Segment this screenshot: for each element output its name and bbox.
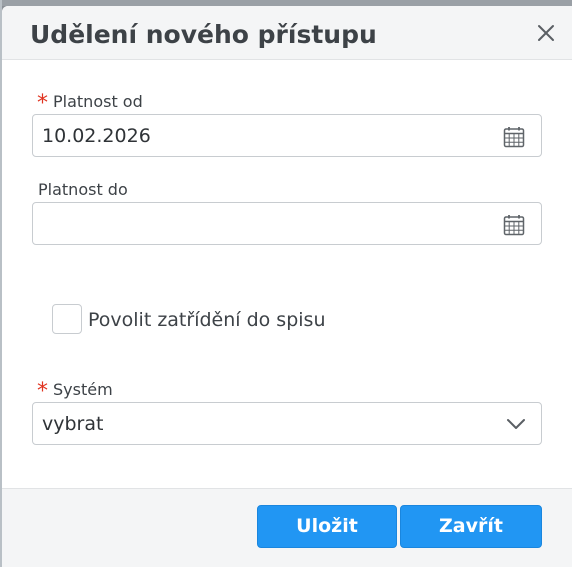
calendar-icon[interactable] bbox=[503, 126, 525, 148]
close-button[interactable] bbox=[534, 21, 558, 45]
valid-from-label-row: * Platnost od bbox=[37, 88, 143, 116]
required-mark: * bbox=[37, 379, 48, 404]
valid-to-label: Platnost do bbox=[38, 180, 128, 199]
valid-from-label: Platnost od bbox=[53, 92, 143, 111]
allow-filing-label[interactable]: Povolit zatřídění do spisu bbox=[88, 309, 326, 331]
valid-to-label-row: Platnost do bbox=[38, 180, 128, 199]
grant-access-dialog: Udělení nového přístupu * Platnost od 10.… bbox=[2, 6, 572, 567]
allow-filing-checkbox[interactable] bbox=[52, 304, 82, 334]
dialog-title: Udělení nového přístupu bbox=[30, 20, 377, 49]
valid-to-input[interactable] bbox=[32, 202, 542, 245]
close-dialog-button[interactable]: Zavřít bbox=[400, 505, 542, 548]
system-select[interactable]: vybrat bbox=[32, 402, 542, 445]
system-label: Systém bbox=[53, 380, 113, 399]
dialog-header: Udělení nového přístupu bbox=[2, 6, 572, 60]
dialog-footer: Uložit Zavřít bbox=[2, 488, 572, 567]
system-label-row: * Systém bbox=[37, 376, 113, 404]
chevron-down-icon bbox=[507, 419, 525, 429]
valid-from-value: 10.02.2026 bbox=[42, 125, 151, 147]
save-button[interactable]: Uložit bbox=[257, 505, 397, 548]
valid-from-input[interactable]: 10.02.2026 bbox=[32, 114, 542, 157]
close-icon bbox=[538, 25, 554, 41]
system-selected-value: vybrat bbox=[42, 413, 104, 435]
required-mark: * bbox=[37, 91, 48, 116]
calendar-icon[interactable] bbox=[503, 214, 525, 236]
